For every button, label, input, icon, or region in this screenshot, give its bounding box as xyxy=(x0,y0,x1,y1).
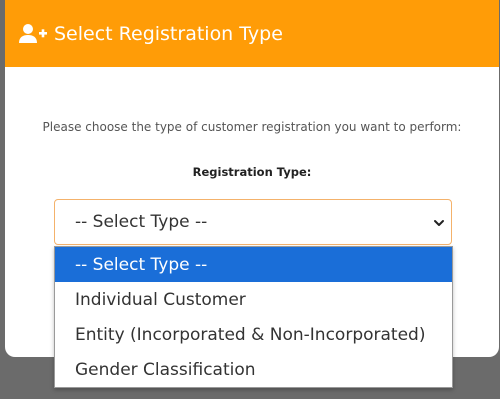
registration-type-select[interactable]: -- Select Type -- xyxy=(54,199,452,245)
option-entity[interactable]: Entity (Incorporated & Non-Incorporated) xyxy=(55,317,452,352)
modal-header: Select Registration Type xyxy=(5,0,499,67)
registration-type-dropdown: -- Select Type -- Individual Customer En… xyxy=(54,246,453,388)
user-plus-icon xyxy=(19,23,47,45)
option-individual-customer[interactable]: Individual Customer xyxy=(55,282,452,317)
chevron-down-icon xyxy=(433,214,445,226)
option-select-type[interactable]: -- Select Type -- xyxy=(55,247,452,282)
modal-title: Select Registration Type xyxy=(54,22,283,45)
registration-type-label: Registration Type: xyxy=(192,165,312,179)
option-gender-classification[interactable]: Gender Classification xyxy=(55,352,452,387)
select-value: -- Select Type -- xyxy=(75,212,208,232)
instruction-text: Please choose the type of customer regis… xyxy=(42,120,462,134)
